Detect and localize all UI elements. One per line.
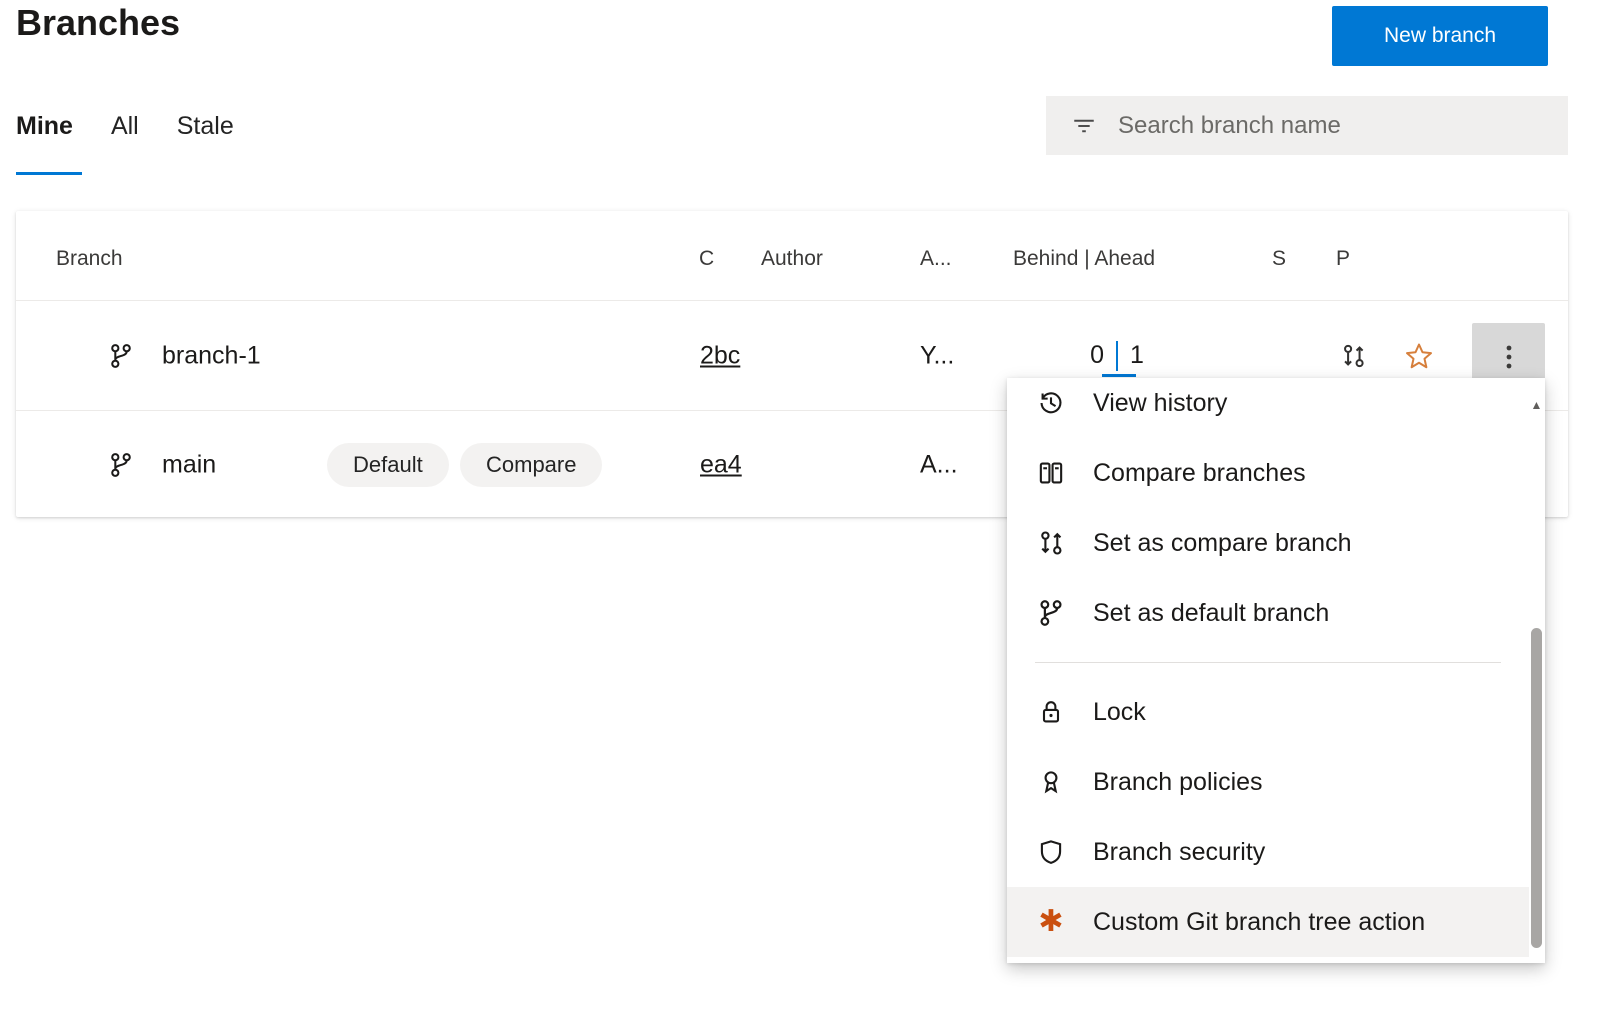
menu-item-lock[interactable]: Lock [1007,677,1529,747]
column-header-status: S [1272,247,1286,271]
set-compare-icon[interactable] [1340,342,1367,369]
menu-scrollbar[interactable]: ▲ [1529,378,1544,963]
tab-mine[interactable]: Mine [16,106,73,161]
active-tab-underline [16,172,82,175]
branch-search-box[interactable] [1046,96,1568,155]
column-header-authored-date: A... [920,247,952,271]
set-compare-icon [1035,527,1067,559]
menu-item-branch-security[interactable]: Branch security [1007,817,1529,887]
behind-ahead-accent-bar [1102,374,1136,377]
menu-item-label: View history [1093,389,1227,418]
branch-name-link[interactable]: branch-1 [162,341,261,370]
vertical-ellipsis-icon [1505,344,1513,370]
git-branch-icon [1035,597,1067,629]
menu-item-label: Compare branches [1093,459,1306,488]
history-clock-icon [1035,387,1067,419]
new-branch-button[interactable]: New branch [1332,6,1548,66]
compare-branches-icon [1035,457,1067,489]
menu-item-compare-branches[interactable]: Compare branches [1007,438,1529,508]
scroll-up-arrow-icon[interactable]: ▲ [1529,398,1544,412]
shield-icon [1035,836,1067,868]
ahead-count[interactable]: 1 [1130,341,1144,370]
menu-item-label: Set as compare branch [1093,529,1351,558]
menu-divider [1035,662,1501,663]
menu-item-set-as-default-branch[interactable]: Set as default branch [1007,578,1529,648]
lock-icon [1035,696,1067,728]
filter-icon [1072,114,1096,138]
scrollbar-thumb[interactable] [1531,628,1542,948]
column-header-author: Author [761,247,823,271]
table-header-row: Branch C Author A... Behind | Ahead S P [16,211,1568,301]
favorite-star-icon[interactable] [1404,341,1434,371]
authored-date: A... [920,450,958,479]
authored-date: Y... [920,341,954,370]
compare-badge: Compare [460,443,602,487]
tab-all[interactable]: All [111,106,139,161]
behind-count[interactable]: 0 [1078,341,1104,370]
menu-item-view-history[interactable]: View history [1007,378,1529,438]
behind-ahead-divider [1116,341,1118,371]
tab-stale[interactable]: Stale [177,106,234,161]
behind-ahead-counts[interactable]: 0 1 [1078,341,1144,371]
column-header-branch: Branch [56,247,123,271]
commit-link[interactable]: ea4 [700,450,742,479]
git-branch-icon [108,452,134,478]
branch-context-menu: View history Compare branches [1007,378,1545,963]
menu-item-label: Lock [1093,698,1146,727]
branch-tabs: Mine All Stale [16,106,234,161]
git-branch-icon [108,343,134,369]
menu-item-custom-git-branch-tree-action[interactable]: ✱ Custom Git branch tree action [1007,887,1529,957]
policy-ribbon-icon [1035,766,1067,798]
default-badge: Default [327,443,449,487]
column-header-behind-ahead: Behind | Ahead [1013,247,1155,271]
menu-item-label: Branch policies [1093,768,1263,797]
search-input[interactable] [1118,112,1568,140]
column-header-commit: C [699,247,714,271]
commit-link[interactable]: 2bc [700,341,740,370]
asterisk-icon: ✱ [1035,906,1067,938]
page-title: Branches [16,2,180,44]
context-menu-scroll-area: View history Compare branches [1007,378,1529,963]
menu-item-label: Set as default branch [1093,599,1329,628]
menu-item-label: Branch security [1093,838,1265,867]
menu-item-branch-policies[interactable]: Branch policies [1007,747,1529,817]
menu-item-set-as-compare-branch[interactable]: Set as compare branch [1007,508,1529,578]
branch-name-link[interactable]: main [162,450,216,479]
column-header-pull-request: P [1336,247,1350,271]
menu-item-label: Custom Git branch tree action [1093,908,1425,937]
